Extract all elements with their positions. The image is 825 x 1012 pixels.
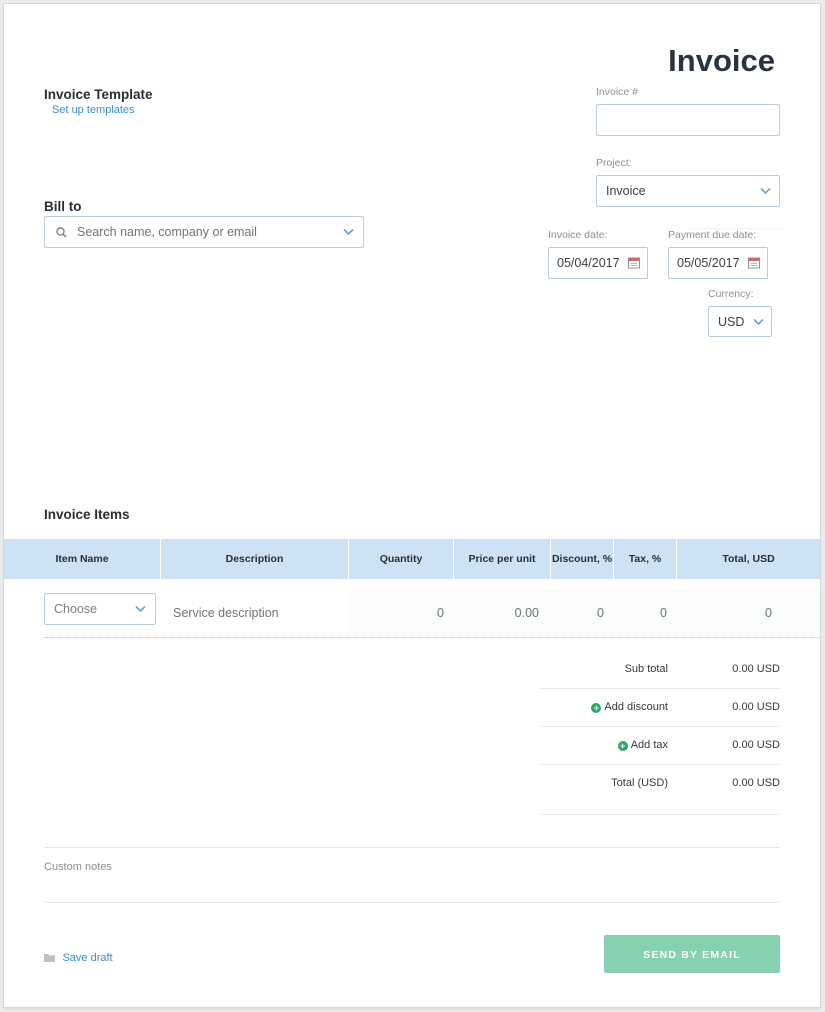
project-label: Project:	[596, 157, 632, 169]
divider	[44, 902, 780, 903]
add-tax-button[interactable]: + Add tax	[544, 739, 668, 751]
discount-input[interactable]: 0	[555, 594, 604, 632]
template-heading: Invoice Template	[44, 87, 153, 102]
divider	[540, 764, 780, 765]
description-input[interactable]: Service description	[173, 594, 343, 632]
tax-input[interactable]: 0	[618, 594, 667, 632]
column-header-tax: Tax, %	[613, 539, 676, 579]
invoice-date-label: Invoice date:	[548, 229, 608, 241]
divider	[540, 726, 780, 727]
currency-select[interactable]: USD	[708, 306, 772, 337]
chevron-down-icon	[753, 318, 764, 325]
send-by-email-button[interactable]: SEND BY EMAIL	[604, 935, 780, 973]
project-select[interactable]: Invoice	[596, 175, 780, 207]
chevron-down-icon	[135, 605, 146, 613]
column-header-price: Price per unit	[453, 539, 550, 579]
total-label: Total (USD)	[611, 777, 668, 789]
save-draft-label: Save draft	[62, 952, 113, 964]
plus-circle-icon: +	[591, 703, 602, 713]
invoice-date-input[interactable]: 05/04/2017	[548, 247, 648, 279]
folder-icon	[44, 954, 55, 962]
currency-label: Currency:	[708, 288, 754, 300]
invoice-number-label: Invoice #	[596, 86, 639, 98]
quantity-input[interactable]: 0	[353, 594, 444, 632]
save-draft-button[interactable]: Save draft	[44, 948, 113, 966]
divider	[540, 688, 780, 689]
bill-to-label: Bill to	[44, 199, 82, 214]
invoice-card: Invoice Invoice Template Set up template…	[4, 4, 820, 1007]
setup-templates-link[interactable]: Set up templates	[52, 104, 135, 116]
calendar-icon[interactable]	[628, 257, 640, 269]
column-header-total: Total, USD	[676, 539, 820, 579]
invoice-number-input[interactable]	[596, 104, 780, 136]
currency-value: USD	[718, 314, 745, 329]
column-header-discount: Discount, %	[550, 539, 613, 579]
divider	[44, 847, 780, 848]
custom-notes-input[interactable]: Custom notes	[44, 861, 112, 873]
search-icon	[56, 227, 67, 238]
column-header-quantity: Quantity	[348, 539, 453, 579]
item-name-select[interactable]: Choose	[44, 593, 156, 625]
subtotal-label: Sub total	[624, 663, 668, 675]
chevron-down-icon	[343, 228, 354, 236]
item-name-placeholder: Choose	[54, 602, 98, 616]
tax-value: 0.00 USD	[732, 739, 780, 751]
add-discount-button[interactable]: + Add discount	[544, 701, 668, 713]
due-date-label: Payment due date:	[668, 229, 757, 241]
invoice-date-value: 05/04/2017	[557, 256, 620, 270]
items-table-header: Item Name Description Quantity Price per…	[4, 539, 820, 579]
add-tax-label: Add tax	[630, 739, 668, 751]
add-discount-label: Add discount	[604, 701, 668, 713]
due-date-value: 05/05/2017	[677, 256, 740, 270]
invoice-items-heading: Invoice Items	[44, 507, 130, 522]
divider	[540, 814, 780, 815]
due-date-input[interactable]: 05/05/2017	[668, 247, 768, 279]
column-header-item-name: Item Name	[55, 553, 109, 565]
plus-circle-icon: +	[617, 741, 628, 751]
subtotal-value: 0.00 USD	[732, 663, 780, 675]
bill-to-placeholder: Search name, company or email	[77, 225, 257, 239]
discount-value: 0.00 USD	[732, 701, 780, 713]
calendar-icon[interactable]	[748, 257, 760, 269]
row-total: 0	[765, 606, 772, 620]
row-divider	[44, 637, 820, 638]
page-title: Invoice	[668, 43, 775, 78]
column-header-description: Description	[160, 539, 348, 579]
chevron-down-icon	[760, 187, 771, 195]
total-value: 0.00 USD	[732, 777, 780, 789]
price-input[interactable]: 0.00	[458, 594, 539, 632]
bill-to-search-input[interactable]: Search name, company or email	[44, 216, 364, 248]
project-value: Invoice	[606, 184, 646, 198]
